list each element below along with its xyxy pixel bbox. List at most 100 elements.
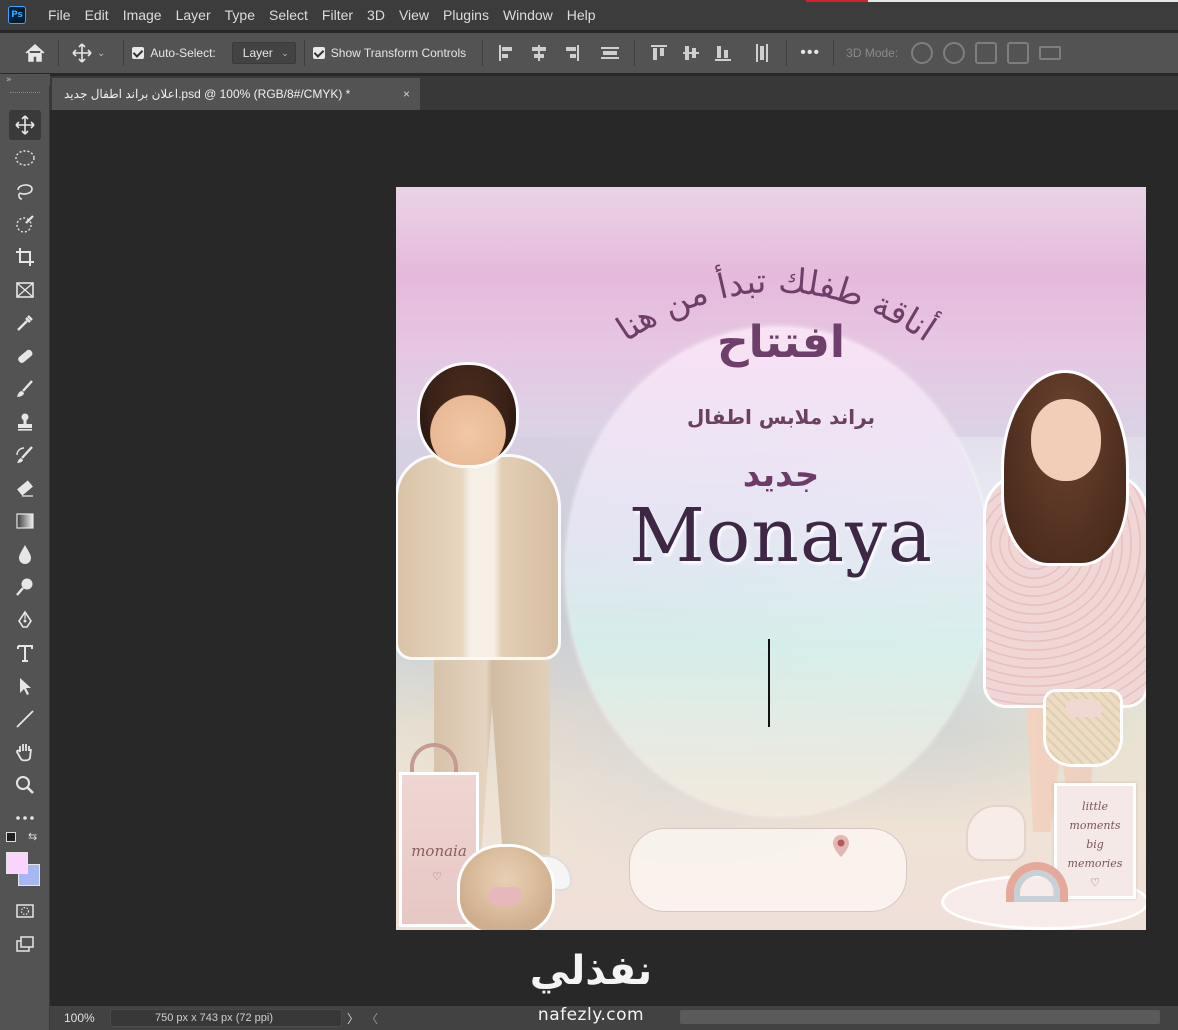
menu-window[interactable]: Window xyxy=(496,0,560,30)
new-label: جديد xyxy=(742,455,820,495)
separator xyxy=(833,40,835,66)
girl-figure-shoes xyxy=(966,805,1026,861)
status-menu-arrow[interactable]: 〉 xyxy=(342,1010,364,1027)
default-colors-icon[interactable] xyxy=(6,832,16,842)
brand-name: Monaya xyxy=(628,493,934,579)
elliptical-marquee-tool[interactable] xyxy=(9,143,41,173)
scroll-left-arrow[interactable]: 〈 xyxy=(364,1010,380,1027)
screen-mode-icon[interactable] xyxy=(9,929,41,959)
close-icon[interactable]: × xyxy=(403,87,410,101)
horizontal-scrollbar[interactable] xyxy=(680,1010,1160,1024)
crop-tool[interactable] xyxy=(9,242,41,272)
hand-tool[interactable] xyxy=(9,737,41,767)
3d-roll-icon[interactable] xyxy=(943,42,966,64)
menu-help[interactable]: Help xyxy=(560,0,603,30)
align-vertical-center-icon[interactable] xyxy=(680,42,702,64)
3d-orbit-icon[interactable] xyxy=(911,42,934,64)
girl-figure-face xyxy=(1031,399,1101,481)
menu-3d[interactable]: 3D xyxy=(360,0,392,30)
align-bottom-icon[interactable] xyxy=(712,42,734,64)
photoshop-logo: Ps xyxy=(8,6,26,24)
menu-type[interactable]: Type xyxy=(218,0,262,30)
swap-colors-icon[interactable]: ⇆ xyxy=(28,830,37,843)
document-info[interactable]: 750 px x 743 px (72 ppi) xyxy=(110,1009,342,1027)
tools-panel: ⇆ xyxy=(0,86,50,1030)
photoshop-window: Ps File Edit Image Layer Type Select Fil… xyxy=(0,0,1178,1030)
3d-scale-icon[interactable] xyxy=(1039,46,1062,60)
decor-sign-text: little moments big memories ♡ xyxy=(1067,800,1123,889)
blur-tool[interactable] xyxy=(9,539,41,569)
menu-select[interactable]: Select xyxy=(262,0,315,30)
menu-plugins[interactable]: Plugins xyxy=(436,0,496,30)
path-selection-tool[interactable] xyxy=(9,671,41,701)
move-tool[interactable] xyxy=(9,110,41,140)
eraser-tool[interactable] xyxy=(9,473,41,503)
chevron-down-icon[interactable]: ⌄ xyxy=(97,48,105,59)
opening-heading: افتتاح xyxy=(716,317,846,368)
auto-select-checkbox[interactable] xyxy=(132,47,145,59)
menu-image[interactable]: Image xyxy=(116,0,169,30)
menu-filter[interactable]: Filter xyxy=(315,0,360,30)
menu-layer[interactable]: Layer xyxy=(169,0,218,30)
boy-figure-jacket xyxy=(398,457,558,657)
home-icon[interactable] xyxy=(20,38,50,68)
document-tab-bar: اعلان براند اطفال جديد.psd @ 100% (RGB/8… xyxy=(50,76,1178,110)
separator xyxy=(786,40,788,66)
document-tab[interactable]: اعلان براند اطفال جديد.psd @ 100% (RGB/8… xyxy=(52,78,420,110)
menu-view[interactable]: View xyxy=(392,0,436,30)
more-options-icon[interactable]: ••• xyxy=(795,38,825,68)
gradient-tool[interactable] xyxy=(9,506,41,536)
3d-slide-icon[interactable] xyxy=(1007,42,1030,64)
separator xyxy=(482,40,484,66)
document-tab-title: اعلان براند اطفال جديد.psd @ 100% (RGB/8… xyxy=(64,87,351,101)
frame-tool[interactable] xyxy=(9,275,41,305)
brush-tool[interactable] xyxy=(9,374,41,404)
toolbar-grip[interactable] xyxy=(10,92,40,95)
move-tool-preset-icon[interactable] xyxy=(67,38,97,68)
zoom-level[interactable]: 100% xyxy=(50,1011,110,1025)
align-top-icon[interactable] xyxy=(648,42,670,64)
boy-figure-head xyxy=(420,365,516,465)
auto-select-label: Auto-Select: xyxy=(150,46,216,60)
menu-edit[interactable]: Edit xyxy=(78,0,116,30)
align-horizontal-center-icon[interactable] xyxy=(528,42,550,64)
heart-icon: ♡ xyxy=(432,870,442,883)
dodge-tool[interactable] xyxy=(9,572,41,602)
align-left-icon[interactable] xyxy=(496,42,518,64)
expand-panels-toggle[interactable]: » xyxy=(0,74,50,86)
menu-file[interactable]: File xyxy=(41,0,78,30)
auto-select-target-dropdown[interactable]: Layer ⌄ xyxy=(231,42,296,64)
location-pin-icon xyxy=(833,835,849,857)
text-insertion-cursor xyxy=(768,639,770,727)
pen-tool[interactable] xyxy=(9,605,41,635)
clone-stamp-tool[interactable] xyxy=(9,407,41,437)
spot-healing-brush-tool[interactable] xyxy=(9,341,41,371)
eyedropper-tool[interactable] xyxy=(9,308,41,338)
history-brush-tool[interactable] xyxy=(9,440,41,470)
foreground-color-swatch[interactable] xyxy=(6,852,28,874)
separator xyxy=(58,40,59,66)
3d-pan-icon[interactable] xyxy=(975,42,998,64)
object-selection-tool[interactable] xyxy=(9,209,41,239)
3d-mode-label: 3D Mode: xyxy=(846,46,899,60)
distribute-horizontal-icon[interactable] xyxy=(751,42,773,64)
basket-bow xyxy=(1066,699,1102,717)
quick-mask-icon[interactable] xyxy=(9,896,41,926)
options-bar: ⌄ Auto-Select: Layer ⌄ Show Transform Co… xyxy=(0,33,1178,73)
align-right-icon[interactable] xyxy=(560,42,582,64)
document-canvas[interactable]: أناقة طفلك تبدأ من هنا افتتاح براند ملاب… xyxy=(396,187,1146,930)
show-transform-controls-checkbox[interactable] xyxy=(312,47,325,59)
edit-toolbar-icon[interactable] xyxy=(9,803,41,833)
menu-bar: Ps File Edit Image Layer Type Select Fil… xyxy=(0,0,1178,30)
type-tool[interactable] xyxy=(9,638,41,668)
auto-select-target-value: Layer xyxy=(242,46,273,60)
line-tool[interactable] xyxy=(9,704,41,734)
distribute-vertical-icon[interactable] xyxy=(599,42,621,64)
separator xyxy=(303,40,305,66)
zoom-tool[interactable] xyxy=(9,770,41,800)
location-placeholder-box xyxy=(629,828,907,912)
lasso-tool[interactable] xyxy=(9,176,41,206)
separator xyxy=(634,40,636,66)
shopping-bag-label: monaia xyxy=(411,842,467,860)
show-transform-controls-label: Show Transform Controls xyxy=(330,46,467,60)
